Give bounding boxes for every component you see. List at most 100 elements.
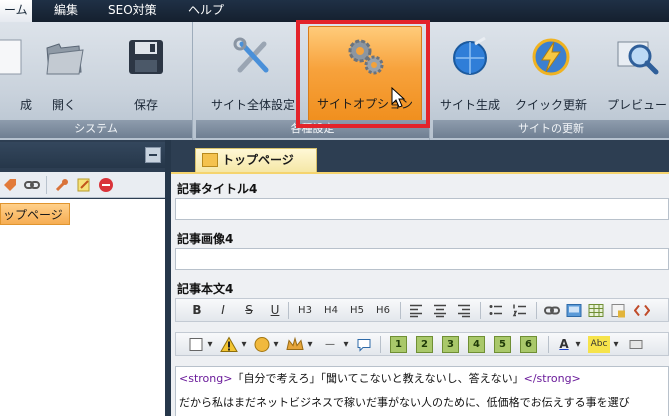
eraser-icon[interactable] <box>628 336 644 353</box>
toolbar-separator <box>46 176 47 194</box>
bold-button[interactable]: B <box>190 302 204 319</box>
save-button-label: 保存 <box>133 98 158 112</box>
menu-home[interactable]: ーム <box>0 0 32 22</box>
strong-open-tag: <strong> <box>179 372 233 385</box>
tree-item-top-page[interactable]: ップページ <box>0 203 70 225</box>
floppy-disk-icon <box>129 40 163 74</box>
chevron-down-icon[interactable]: ▾ <box>272 336 280 353</box>
toolbar-separator <box>480 302 481 319</box>
editor-toolbar-format: B I S U H3 H4 H5 H6 <box>175 298 669 322</box>
content-line-1: <strong>「自分で考えろ」「聞いてこないと教えないし、答えない」</str… <box>179 371 665 387</box>
link-icon[interactable] <box>544 302 560 319</box>
chevron-down-icon[interactable]: ▾ <box>240 336 248 353</box>
border-box-icon[interactable] <box>188 336 204 353</box>
h6-button[interactable]: H6 <box>372 302 394 319</box>
align-left-icon[interactable] <box>408 302 424 319</box>
site-settings-button-label: サイト全体設定 <box>210 98 295 112</box>
left-panel-toolbar <box>0 172 165 198</box>
wrench-icon[interactable] <box>54 177 70 193</box>
menu-seo[interactable]: SEO対策 <box>98 0 167 22</box>
article-form: 記事タイトル4 記事画像4 記事本文4 B I S U H3 H4 H5 H6 <box>171 172 669 416</box>
delete-icon[interactable] <box>98 177 114 193</box>
edit-note-icon[interactable] <box>76 177 92 193</box>
ribbon-group-label-update: サイトの更新 <box>433 120 669 138</box>
quick-update-button-label: クイック更新 <box>514 98 587 112</box>
panel-collapse-button[interactable] <box>145 147 161 163</box>
left-panel: ップページ <box>0 140 165 416</box>
chevron-down-icon[interactable]: ▾ <box>574 336 582 353</box>
menubar: ーム 編集 SEO対策 ヘルプ <box>0 0 669 22</box>
folder-open-icon <box>46 43 84 75</box>
box-1-button[interactable]: 1 <box>390 336 407 353</box>
box-2-button[interactable]: 2 <box>416 336 433 353</box>
editor-toolbar-insert: ▾ ▾ ▾ ▾ — ▾ 1 2 3 4 5 6 A ▾ Abc ▾ <box>175 332 669 356</box>
code-icon[interactable] <box>634 302 650 319</box>
chevron-down-icon[interactable]: ▾ <box>306 336 314 353</box>
site-settings-tools-icon <box>233 37 269 73</box>
generate-site-button-label: サイト生成 <box>439 98 500 112</box>
box-3-button[interactable]: 3 <box>442 336 459 353</box>
new-icon <box>0 39 22 75</box>
menu-help[interactable]: ヘルプ <box>178 0 234 22</box>
chevron-down-icon[interactable]: ▾ <box>342 336 350 353</box>
menu-edit[interactable]: 編集 <box>44 0 88 22</box>
magnifier-preview-icon <box>617 41 659 75</box>
article-title-label: 記事タイトル4 <box>177 182 258 196</box>
article-body-label: 記事本文4 <box>177 282 234 296</box>
content-line-2: だから私はまだネットビジネスで稼いだ事がない人のために、低価格でお伝えする事を選… <box>179 396 630 409</box>
numbered-list-icon[interactable] <box>512 302 528 319</box>
lightning-icon <box>532 38 570 76</box>
h4-button[interactable]: H4 <box>320 302 342 319</box>
font-color-button[interactable]: A <box>556 336 572 353</box>
highlight-color-button[interactable]: Abc <box>588 336 610 353</box>
align-center-icon[interactable] <box>432 302 448 319</box>
speech-bubble-icon[interactable] <box>356 336 372 353</box>
h3-button[interactable]: H3 <box>294 302 316 319</box>
preview-button[interactable]: プレビュー <box>597 30 669 120</box>
open-button[interactable]: 開く <box>36 30 92 120</box>
chevron-down-icon[interactable]: ▾ <box>612 336 620 353</box>
italic-button[interactable]: I <box>216 302 230 319</box>
tag-icon[interactable] <box>2 177 18 193</box>
crown-icon[interactable] <box>286 336 304 353</box>
open-button-label: 開く <box>51 98 76 112</box>
globe-generate-icon <box>453 36 487 75</box>
horizontal-rule-icon[interactable]: — <box>320 336 340 353</box>
underline-button[interactable]: U <box>268 302 282 319</box>
page-tree: ップページ <box>0 199 165 416</box>
image-icon[interactable] <box>566 302 582 319</box>
new-button[interactable]: 成 <box>0 30 36 120</box>
ribbon-group-label-system: システム <box>0 120 192 138</box>
site-settings-button[interactable]: サイト全体設定 <box>202 30 304 120</box>
box-5-button[interactable]: 5 <box>494 336 511 353</box>
article-image-input[interactable] <box>175 248 669 270</box>
article-body-editor[interactable]: <strong>「自分で考えろ」「聞いてこないと教えないし、答えない」</str… <box>175 366 669 416</box>
ribbon-group-update: サイト生成 クイック更新 プレビュー サイトの更新 <box>433 22 669 140</box>
toolbar-separator <box>400 302 401 319</box>
strike-button[interactable]: S <box>242 302 256 319</box>
link-icon[interactable] <box>24 177 40 193</box>
tab-label: トップページ <box>222 153 294 167</box>
article-title-input[interactable] <box>175 198 669 220</box>
box-4-button[interactable]: 4 <box>468 336 485 353</box>
table-icon[interactable] <box>588 302 604 319</box>
quick-update-button[interactable]: クイック更新 <box>513 30 589 120</box>
left-panel-header <box>0 142 165 168</box>
save-button[interactable]: 保存 <box>116 30 176 120</box>
preview-button-label: プレビュー <box>606 98 667 112</box>
h5-button[interactable]: H5 <box>346 302 368 319</box>
chevron-down-icon[interactable]: ▾ <box>206 336 214 353</box>
generate-site-button[interactable]: サイト生成 <box>437 30 503 120</box>
box-6-button[interactable]: 6 <box>520 336 537 353</box>
toolbar-separator <box>380 336 381 353</box>
toolbar-separator <box>536 302 537 319</box>
smiley-icon[interactable] <box>254 336 270 353</box>
insert-box-icon[interactable] <box>610 302 626 319</box>
ribbon-group-system: 成 開く 保存 システム <box>0 22 193 140</box>
editor-area: トップページ 記事タイトル4 記事画像4 記事本文4 B I S U H3 H4… <box>171 140 669 416</box>
tab-top-page[interactable]: トップページ <box>195 148 317 172</box>
bullet-list-icon[interactable] <box>488 302 504 319</box>
new-button-label: 成 <box>19 98 32 112</box>
align-right-icon[interactable] <box>456 302 472 319</box>
warning-icon[interactable] <box>220 336 238 353</box>
